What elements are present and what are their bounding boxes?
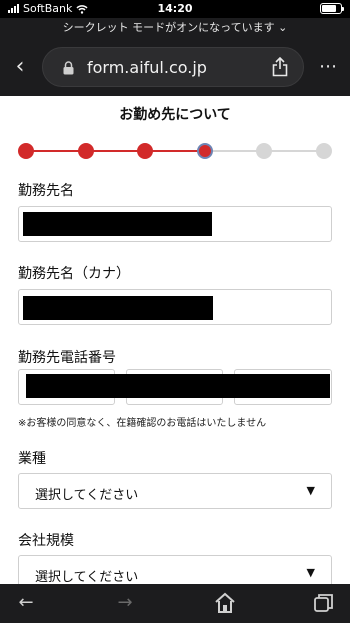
battery-icon bbox=[320, 3, 344, 14]
chevron-left-icon[interactable]: ‹ bbox=[10, 55, 30, 79]
home-icon[interactable] bbox=[213, 592, 237, 614]
employer-name-label: 勤務先名 bbox=[18, 183, 74, 199]
progress-step-6 bbox=[316, 143, 332, 159]
page-title: お勤め先について bbox=[119, 107, 231, 123]
company-size-label: 会社規模 bbox=[18, 533, 74, 549]
employer-kana-label: 勤務先名（カナ） bbox=[18, 266, 130, 282]
more-icon[interactable]: ⋯ bbox=[319, 58, 338, 76]
url-text: form.aiful.co.jp bbox=[87, 58, 207, 77]
progress-step-4 bbox=[196, 143, 213, 159]
browser-url-area: ‹ form.aiful.co.jp ⋯ bbox=[0, 38, 350, 96]
share-icon[interactable] bbox=[271, 57, 289, 77]
progress-stepper bbox=[18, 142, 332, 160]
phone-note: ※お客様の同意なく、在籍確認のお電話はいたしません bbox=[18, 418, 267, 429]
industry-select-value: 選択してください bbox=[35, 488, 139, 503]
progress-step-1 bbox=[18, 143, 34, 159]
page-content: お勤め先について 勤務先名 勤務先名（カナ） 勤務先電話番号 ※お客様の同意なく… bbox=[0, 96, 350, 584]
company-size-select[interactable]: 選択してください ▼ bbox=[18, 555, 332, 584]
progress-step-5 bbox=[256, 143, 273, 159]
step-connector bbox=[145, 150, 205, 152]
lock-icon bbox=[63, 61, 74, 75]
status-time: 14:20 bbox=[157, 2, 193, 15]
redacted-phone bbox=[26, 374, 330, 398]
step-connector bbox=[26, 150, 86, 152]
progress-step-2 bbox=[77, 143, 94, 159]
industry-select[interactable]: 選択してください ▼ bbox=[18, 473, 332, 509]
redacted-value bbox=[23, 212, 212, 236]
employer-kana-input[interactable] bbox=[18, 289, 332, 325]
progress-step-3 bbox=[137, 143, 154, 159]
back-arrow-icon[interactable]: ← bbox=[14, 592, 38, 614]
browser-toolbar: ← → bbox=[0, 584, 350, 623]
address-bar[interactable]: form.aiful.co.jp bbox=[42, 47, 304, 87]
caret-down-icon: ▼ bbox=[306, 566, 315, 579]
industry-label: 業種 bbox=[18, 451, 46, 467]
redacted-value bbox=[23, 296, 213, 320]
battery-level bbox=[322, 5, 337, 12]
employer-name-input[interactable] bbox=[18, 206, 332, 242]
status-bar: SoftBank 14:20 bbox=[0, 0, 350, 18]
private-mode-banner[interactable]: シークレット モードがオンになっています ⌄ bbox=[0, 18, 350, 38]
forward-arrow-icon[interactable]: → bbox=[113, 592, 137, 614]
tabs-icon[interactable] bbox=[312, 592, 336, 614]
company-size-select-value: 選択してください bbox=[35, 570, 139, 584]
caret-down-icon: ▼ bbox=[306, 484, 315, 497]
employer-phone-label: 勤務先電話番号 bbox=[18, 350, 116, 366]
